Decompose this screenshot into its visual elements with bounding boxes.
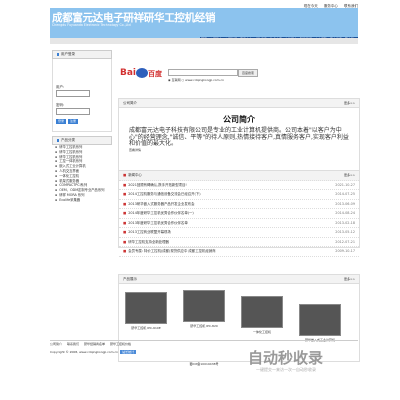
news-item[interactable]: 2014年度研华工控机优秀合作伙伴名单(一)2014-08-24	[119, 209, 359, 219]
search-input[interactable]	[168, 69, 238, 76]
header-stripe	[50, 38, 358, 44]
login-box-title: 用户登录	[52, 50, 112, 59]
sidebar: 用户登录 用户: 密码: 登录 注册 产品分类 研华工控机系列 研华工控机系列 …	[52, 50, 112, 245]
product-category-item[interactable]: Ecolife采集器	[52, 198, 112, 203]
register-button[interactable]: 注册	[68, 119, 78, 124]
news-item[interactable]: 2013研华嵌入式服务器产品开发企业发布会2013-06-09	[119, 200, 359, 209]
products-head: 产品展示 更多>>	[119, 275, 359, 284]
watermark-text: 自动秒收录	[248, 349, 324, 367]
intro-more-link[interactable]: 查看详情	[119, 148, 359, 152]
product-card[interactable]: 研华工控机 IPC-610E	[125, 292, 167, 330]
footer-link[interactable]: 研华工控机价格	[110, 342, 131, 346]
stats-badge[interactable]: 站长统计	[120, 350, 137, 354]
page-wrap: 现在今天 服务中心 联系我们 成都富元达电子研祥研华工控机经销 Chengdu …	[50, 0, 360, 400]
copyright: Copyright © 2008, www.cdqingkongji.com.c…	[50, 350, 137, 354]
site-brand-en: Chengdu Fuyuanda Electronic Technology C…	[52, 23, 131, 27]
product-card[interactable]: 研华嵌入式工业计算机	[299, 304, 341, 342]
baidu-paw-icon	[136, 68, 148, 78]
news-item[interactable]: 会员专属: 特价工控机(成都)现货供应中 成都工控机经销商2009-10-17	[119, 247, 359, 257]
footer-divider	[50, 340, 358, 341]
product-card[interactable]: 研华工控机 IPC-820	[183, 290, 225, 328]
search-button[interactable]: 百度搜索	[238, 69, 258, 77]
baidu-logo-text: Bai	[120, 68, 137, 78]
news-section: 新闻中心更多>> 2021回顾有碍确认,携手开拓新型项目!2021-10-27 …	[118, 170, 360, 257]
product-image	[241, 296, 283, 328]
products-box-title: 产品分类	[52, 136, 112, 145]
more-link[interactable]: 更多>>	[344, 99, 355, 107]
search-scope[interactable]: ◉ 互联网 ○ www.cdqingkongji.com.cn	[168, 78, 224, 82]
username-input[interactable]	[56, 90, 90, 97]
product-image	[125, 292, 167, 324]
news-item[interactable]: 2013年度研华工控机优秀合作伙伴名单2013-02-18	[119, 219, 359, 228]
intro-head: 公司简介 更多>>	[119, 99, 359, 108]
product-image	[299, 304, 341, 336]
news-item[interactable]: 研华工控机支持全新处理器2012-07-21	[119, 238, 359, 247]
footer-links: 公司简介 联系我们 研华经销商名单 研华工控机价格	[50, 342, 135, 346]
news-head: 新闻中心更多>>	[119, 171, 359, 181]
site-header: 成都富元达电子研祥研华工控机经销 Chengdu Fuyuanda Electr…	[50, 8, 358, 42]
product-image	[183, 290, 225, 322]
footer-link[interactable]: 公司简介	[50, 342, 62, 346]
news-item[interactable]: 2014工控机服务与通信设备交流会已经召开(下)2014-07-25	[119, 190, 359, 200]
intro-section: 公司简介 更多>> 公司简介 成都富元达电子科技有限公司是专业的工业计算机提供商。…	[118, 98, 360, 180]
footer-link[interactable]: 联系我们	[67, 342, 79, 346]
product-category-list: 研华工控机系列 研华工控机系列 研华工控机系列 工控一体机系列 嵌入式工业计算机…	[52, 145, 112, 245]
watermark-subtext: 一键提交一来访一次一自动秒收录	[256, 367, 316, 372]
login-button[interactable]: 登录	[56, 119, 66, 124]
baidu-search: Bai 百度 百度搜索 ◉ 互联网 ○ www.cdqingkongji.com…	[118, 68, 358, 82]
product-card[interactable]: 一体化工控机	[241, 296, 283, 334]
baidu-logo-cn: 百度	[148, 70, 162, 78]
more-link[interactable]: 更多>>	[344, 275, 355, 283]
footer-link[interactable]: 研华经销商名单	[84, 342, 105, 346]
news-item[interactable]: 2013工控商业联盟开幕现场2013-05-12	[119, 228, 359, 238]
bullet-icon	[57, 138, 59, 142]
password-input[interactable]	[56, 108, 90, 115]
intro-body: 成都富元达电子科技有限公司是专业的工业计算机提供商。公司本着"以客户为中心"的经…	[129, 127, 349, 147]
product-grid: 研华工控机 IPC-610E 研华工控机 IPC-820 一体化工控机 研华嵌入…	[119, 284, 359, 346]
login-box: 用户: 密码: 登录 注册	[52, 59, 112, 132]
watermark: 自动秒收录 一键提交一来访一次一自动秒收录	[248, 347, 393, 391]
more-link[interactable]: 更多>>	[344, 171, 355, 180]
intro-title: 公司简介	[223, 115, 255, 124]
bullet-icon	[57, 52, 59, 56]
news-item[interactable]: 2021回顾有碍确认,携手开拓新型项目!2021-10-27	[119, 181, 359, 190]
